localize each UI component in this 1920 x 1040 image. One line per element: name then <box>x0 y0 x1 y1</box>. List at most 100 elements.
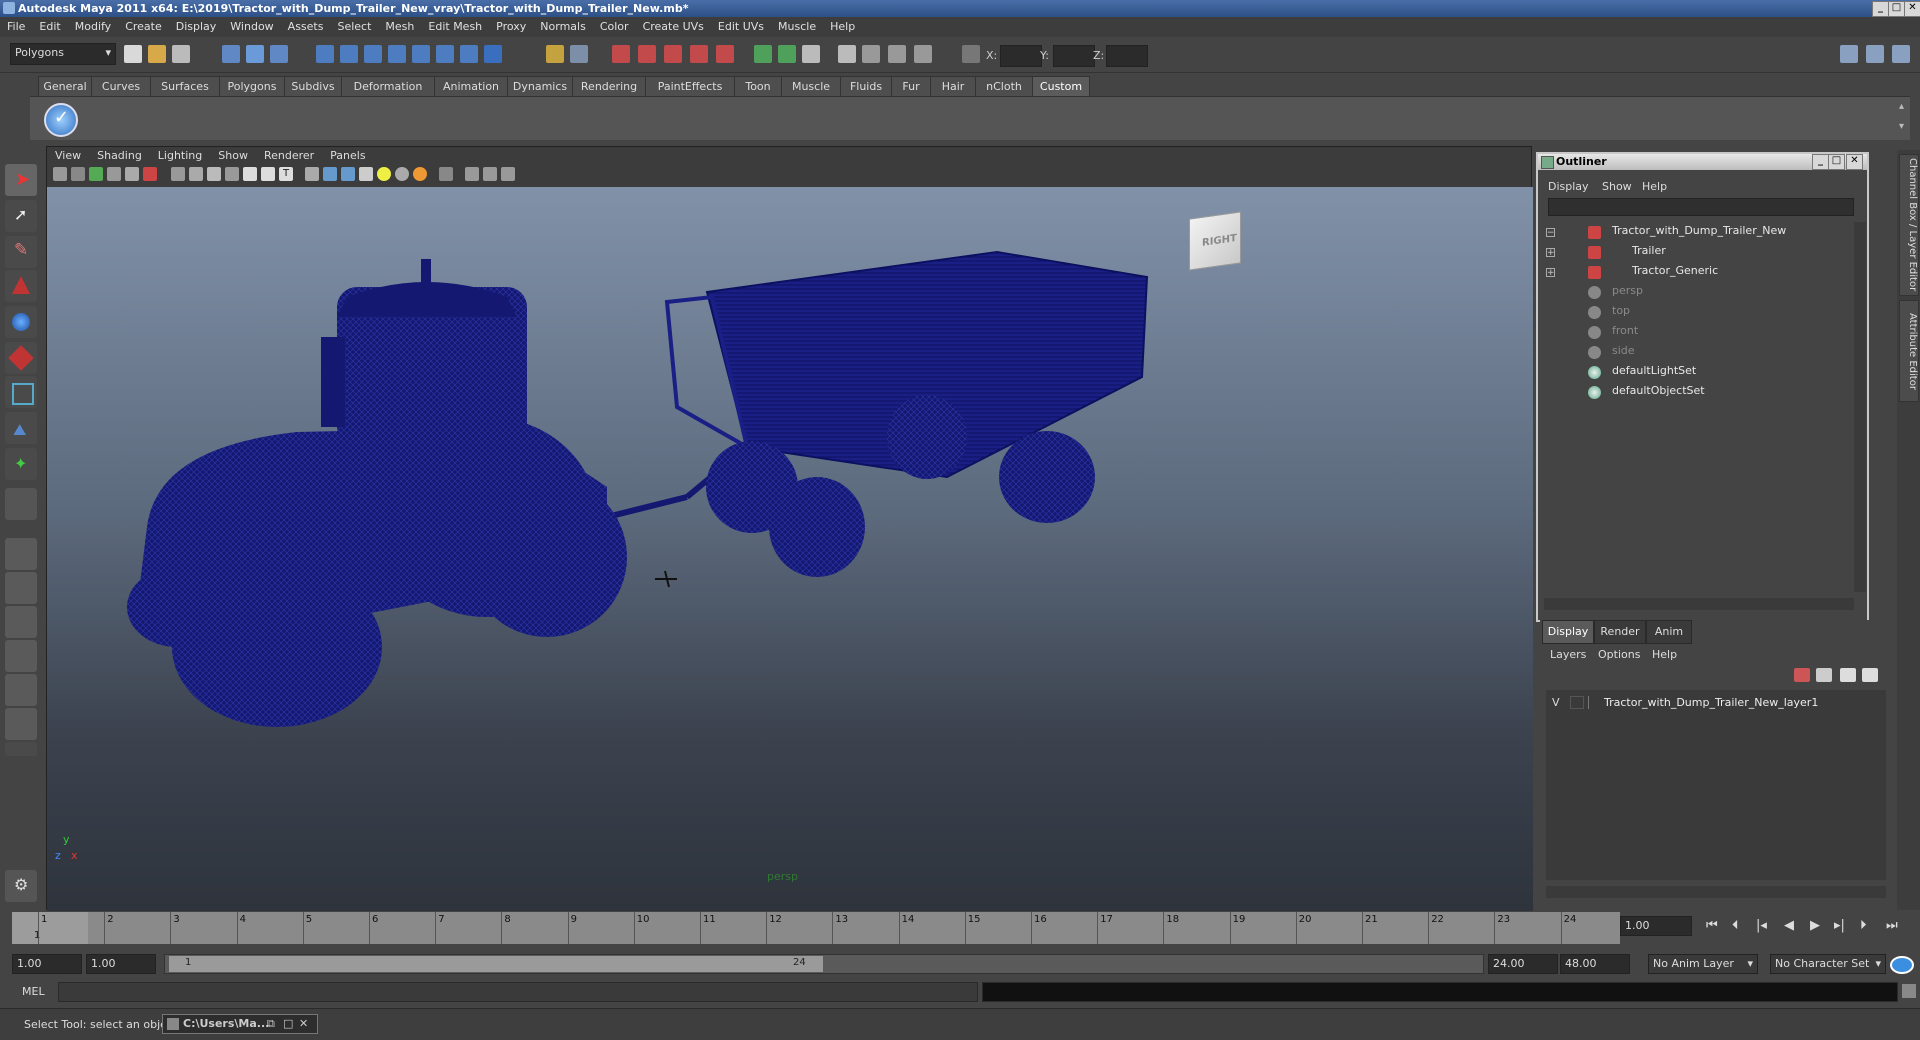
shelf-tab-fluids[interactable]: Fluids <box>840 76 892 96</box>
layer-row[interactable]: V Tractor_with_Dump_Trailer_New_layer1 <box>1546 694 1886 712</box>
menu-help[interactable]: Help <box>823 17 862 37</box>
outliner-item[interactable]: defaultObjectSet <box>1612 382 1705 400</box>
shelf-scroll-up-icon[interactable]: ▴ <box>1899 101 1904 112</box>
time-slider[interactable]: 1 1 2 3 4 5 6 7 8 9 10 11 12 13 14 15 16 17 18 19 20 21 22 23 2… <box>12 912 1620 944</box>
select-object-icon[interactable] <box>246 45 264 63</box>
minimized-window-tab[interactable]: C:\Users\Ma... ⧉ □ ✕ <box>162 1014 318 1034</box>
outliner-item[interactable]: Tractor_with_Dump_Trailer_New <box>1612 222 1786 240</box>
play-backward-icon[interactable]: ◀ <box>1784 918 1794 933</box>
step-forward-key-icon[interactable]: ⏵ <box>1860 918 1867 933</box>
tab-render[interactable]: Render <box>1594 620 1646 644</box>
snap-live-icon[interactable] <box>460 45 478 63</box>
selection-mask-icon[interactable] <box>570 45 588 63</box>
menu-set-dropdown[interactable]: Polygons ▾ <box>10 43 116 65</box>
outliner-menu-show[interactable]: Show <box>1602 180 1632 193</box>
tool-settings-icon[interactable]: ⚙ <box>5 870 37 902</box>
texture-icon[interactable] <box>243 167 257 181</box>
tab-anim[interactable]: Anim <box>1646 620 1692 644</box>
command-language-label[interactable]: MEL <box>22 985 45 998</box>
shelf-tab-rendering[interactable]: Rendering <box>572 76 646 96</box>
manipulator-tool-icon[interactable] <box>5 376 37 408</box>
selected-lights-icon[interactable] <box>413 167 427 181</box>
magnet-point-icon[interactable] <box>690 45 708 63</box>
rotate-tool-icon[interactable] <box>5 306 37 338</box>
render-settings-icon[interactable] <box>888 45 906 63</box>
input-ops-icon[interactable] <box>754 45 772 63</box>
viewport-menu-lighting[interactable]: Lighting <box>150 147 210 165</box>
menu-muscle[interactable]: Muscle <box>771 17 823 37</box>
menu-assets[interactable]: Assets <box>281 17 331 37</box>
ipr-render-icon[interactable] <box>862 45 880 63</box>
x-field[interactable] <box>1000 45 1042 67</box>
scale-tool-icon[interactable] <box>5 342 37 374</box>
maximize-icon[interactable]: □ <box>283 1017 293 1030</box>
new-scene-icon[interactable] <box>124 45 142 63</box>
new-layer-selected-icon[interactable] <box>1862 668 1878 682</box>
viewport-menu-view[interactable]: View <box>47 147 89 165</box>
anim-layer-dropdown[interactable]: No Anim Layer ▾ <box>1648 954 1758 974</box>
shelf-tab-dynamics[interactable]: Dynamics <box>507 76 573 96</box>
snap-curve-icon[interactable] <box>340 45 358 63</box>
pivot-manipulator-icon[interactable] <box>655 570 677 588</box>
go-to-end-icon[interactable]: ⏭ <box>1886 918 1898 933</box>
output-ops-icon[interactable] <box>778 45 796 63</box>
select-hierarchy-icon[interactable] <box>222 45 240 63</box>
snap-grid-icon[interactable] <box>316 45 334 63</box>
outliner-item[interactable]: defaultLightSet <box>1612 362 1696 380</box>
minimize-button[interactable]: _ <box>1872 1 1889 17</box>
select-camera-icon[interactable] <box>53 167 67 181</box>
restore-icon[interactable]: ⧉ <box>267 1017 275 1031</box>
step-back-key-icon[interactable]: ⏴ <box>1732 918 1739 933</box>
maximize-button[interactable]: □ <box>1888 1 1905 17</box>
isolate-icon[interactable] <box>341 167 355 181</box>
camera-attributes-icon[interactable] <box>71 167 85 181</box>
toggle-channel-box-icon[interactable] <box>1892 45 1910 63</box>
backface-icon[interactable] <box>465 167 479 181</box>
close-icon[interactable]: ✕ <box>299 1017 308 1030</box>
menu-normals[interactable]: Normals <box>533 17 593 37</box>
menu-mesh[interactable]: Mesh <box>378 17 421 37</box>
shelf-tab-painteffects[interactable]: PaintEffects <box>645 76 735 96</box>
menu-edit[interactable]: Edit <box>32 17 67 37</box>
outliner-item[interactable]: side <box>1612 342 1635 360</box>
viewport-scene[interactable]: RIGHT y x z persp <box>47 187 1533 911</box>
default-lighting-icon[interactable] <box>377 167 391 181</box>
viewport-menu-panels[interactable]: Panels <box>322 147 373 165</box>
shelf-tab-muscle[interactable]: Muscle <box>781 76 841 96</box>
magnet-curve-icon[interactable] <box>664 45 682 63</box>
playback-end-field[interactable]: 24.00 <box>1488 954 1558 974</box>
new-layer-icon[interactable] <box>1840 668 1856 682</box>
shade-wireframe-icon[interactable] <box>207 167 221 181</box>
shelf-tab-polygons[interactable]: Polygons <box>219 76 285 96</box>
render-view-icon[interactable] <box>802 45 820 63</box>
menu-file[interactable]: File <box>0 17 32 37</box>
layer-menu-layers[interactable]: Layers <box>1550 648 1586 661</box>
layer-visibility-toggle[interactable]: V <box>1552 696 1560 709</box>
shelf-tab-hair[interactable]: Hair <box>930 76 976 96</box>
open-scene-icon[interactable] <box>148 45 166 63</box>
hypershade-layout-icon[interactable] <box>5 674 37 706</box>
bookmark-icon[interactable] <box>89 167 103 181</box>
shelf-tab-subdivs[interactable]: Subdivs <box>284 76 342 96</box>
command-input[interactable] <box>58 982 978 1002</box>
show-manipulator-icon[interactable]: ✦ <box>5 448 37 480</box>
menu-proxy[interactable]: Proxy <box>489 17 533 37</box>
menu-modify[interactable]: Modify <box>68 17 118 37</box>
viewport-menu-show[interactable]: Show <box>210 147 256 165</box>
menu-create-uvs[interactable]: Create UVs <box>636 17 711 37</box>
outliner-item[interactable]: Trailer <box>1632 242 1666 260</box>
save-scene-icon[interactable] <box>172 45 190 63</box>
four-view-layout-icon[interactable] <box>5 572 37 604</box>
shadow-icon[interactable] <box>261 167 275 181</box>
animation-start-field[interactable]: 1.00 <box>12 954 82 974</box>
menu-display[interactable]: Display <box>169 17 224 37</box>
safe-frame-icon[interactable] <box>483 167 497 181</box>
outliner-vertical-scrollbar[interactable] <box>1854 222 1866 592</box>
shelf-tab-deformation[interactable]: Deformation <box>341 76 435 96</box>
y-field[interactable] <box>1053 45 1095 67</box>
smooth-shade-icon[interactable] <box>189 167 203 181</box>
xray-icon[interactable] <box>305 167 319 181</box>
snap-plane-icon[interactable] <box>388 45 406 63</box>
menu-edit-uvs[interactable]: Edit UVs <box>711 17 771 37</box>
menu-color[interactable]: Color <box>593 17 636 37</box>
